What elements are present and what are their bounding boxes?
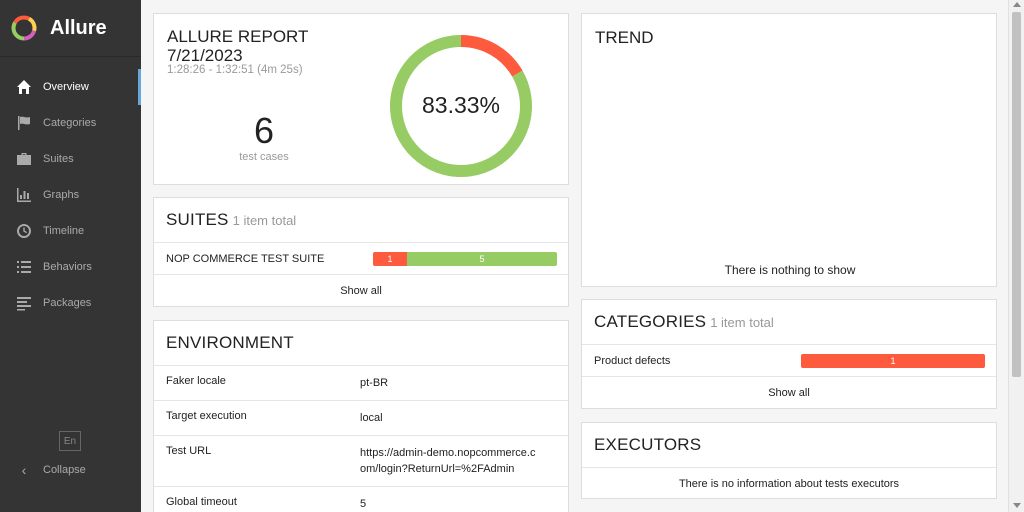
category-status-bar[interactable]: 1 [801,353,985,368]
suites-show-all-link[interactable]: Show all [154,275,568,307]
report-title: ALLURE REPORT [167,27,309,46]
suite-status-bar[interactable]: 1 5 [373,251,557,266]
suite-row[interactable]: NOP COMMERCE TEST SUITE 1 5 [154,243,568,275]
env-value: pt-BR [360,377,389,389]
flag-icon [15,115,33,131]
collapse-label: Collapse [43,464,86,476]
list-icon [15,259,33,275]
env-key: Target execution [166,410,247,422]
categories-title: CATEGORIES [594,312,707,331]
environment-row: Target execution local [154,401,568,436]
sidebar-item-label: Suites [43,153,74,165]
env-key: Global timeout [166,496,237,508]
sidebar-menu: Overview Categories Suites Graphs Timeli… [0,69,141,321]
test-count-label: test cases [239,151,289,163]
align-left-icon [15,295,33,311]
brand[interactable]: Allure [0,0,141,57]
suites-subtitle: 1 item total [232,212,297,228]
executors-header: EXECUTORS [582,423,996,468]
env-value: 5 [360,498,367,510]
report-time: 1:28:26 - 1:32:51 (4m 25s) [167,64,303,76]
sidebar-item-label: Graphs [43,189,80,201]
suite-passed-segment: 5 [407,251,557,266]
scroll-up-arrow-icon[interactable] [1013,2,1021,7]
category-name: Product defects [594,354,671,367]
suites-header: SUITES 1 item total [154,198,568,243]
category-failed-segment: 1 [801,353,985,368]
executors-title: EXECUTORS [594,435,702,454]
collapse-button[interactable]: ‹ Collapse [15,460,86,480]
test-count: 6 [253,110,275,151]
sidebar-item-label: Categories [43,117,97,129]
suites-widget: SUITES 1 item total NOP COMMERCE TEST SU… [153,197,569,307]
clock-icon [15,223,33,239]
categories-subtitle: 1 item total [710,314,774,330]
trend-widget: TREND There is nothing to show [581,13,997,287]
scroll-thumb[interactable] [1012,12,1021,377]
report-date: 7/21/2023 [167,46,243,65]
sidebar-item-packages[interactable]: Packages [0,285,141,321]
sidebar-item-label: Overview [43,81,89,93]
sidebar-item-suites[interactable]: Suites [0,141,141,177]
environment-title: ENVIRONMENT [166,333,294,352]
trend-title: TREND [595,28,654,47]
sidebar-item-label: Packages [43,297,92,309]
page-scrollbar[interactable] [1008,0,1024,512]
categories-widget: CATEGORIES 1 item total Product defects … [581,299,997,409]
sidebar-item-label: Behaviors [43,261,92,273]
env-value: https://admin-demo.nopcommerce.com/login… [360,447,536,475]
executors-empty-message: There is no information about tests exec… [678,478,900,490]
sidebar-item-behaviors[interactable]: Behaviors [0,249,141,285]
env-value: local [360,412,383,424]
executors-widget: EXECUTORS There is no information about … [581,422,997,499]
env-key: Test URL [166,445,212,457]
language-toggle[interactable]: En [59,431,81,451]
sidebar: Allure Overview Categories Suites Graphs [0,0,141,512]
categories-show-all-link[interactable]: Show all [582,377,996,409]
environment-row: Test URL https://admin-demo.nopcommerce.… [154,436,568,487]
chevron-left-icon: ‹ [21,462,27,478]
trend-empty-message: There is nothing to show [724,263,856,277]
sidebar-item-label: Timeline [43,225,85,237]
env-key: Faker locale [166,375,226,387]
categories-header: CATEGORIES 1 item total [582,300,996,345]
allure-logo [11,15,37,41]
sidebar-item-overview[interactable]: Overview [0,69,141,105]
scroll-down-arrow-icon[interactable] [1013,503,1021,508]
category-row[interactable]: Product defects 1 [582,345,996,377]
environment-row: Faker locale pt-BR [154,366,568,401]
sidebar-item-timeline[interactable]: Timeline [0,213,141,249]
environment-widget: ENVIRONMENT Faker locale pt-BR Target ex… [153,320,569,512]
summary-widget: ALLURE REPORT 7/21/2023 1:28:26 - 1:32:5… [153,13,569,185]
app-name: Allure [50,16,107,39]
sidebar-item-categories[interactable]: Categories [0,105,141,141]
suite-failed-segment: 1 [373,251,407,266]
home-icon [15,79,33,95]
bar-chart-icon [15,187,33,203]
suites-title: SUITES [166,210,229,229]
pass-percentage: 83.33% [421,92,500,118]
environment-header: ENVIRONMENT [154,321,568,366]
sidebar-item-graphs[interactable]: Graphs [0,177,141,213]
suite-name: NOP COMMERCE TEST SUITE [166,252,325,265]
environment-row: Global timeout 5 [154,487,568,512]
briefcase-icon [15,151,33,167]
